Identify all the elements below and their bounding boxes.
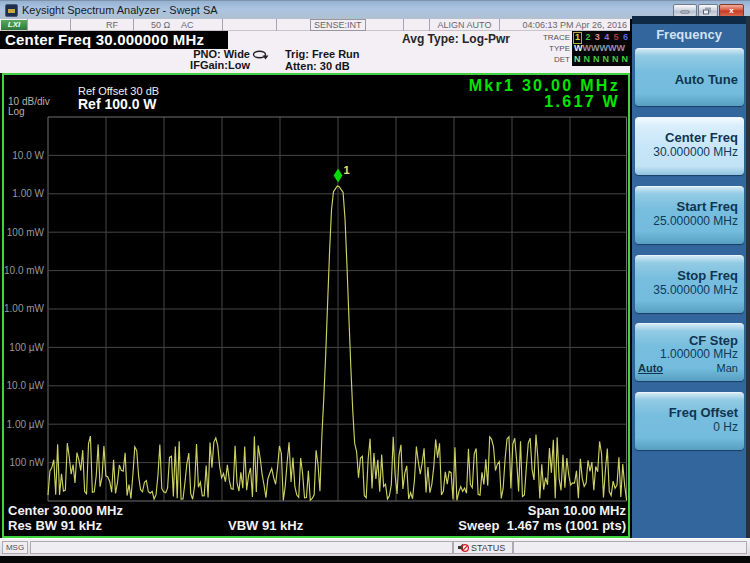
det-row-label: DET [535, 55, 570, 65]
active-function-display: Center Freq 30.000000 MHz [0, 31, 228, 49]
speaker-muted-icon [457, 542, 469, 553]
cf-step-auto[interactable]: Auto [638, 362, 663, 374]
softkey-auto-tune[interactable]: Auto Tune [635, 48, 744, 106]
status-indicator[interactable]: STATUS [453, 541, 513, 554]
y-label-6: 10.0 µW [4, 380, 44, 391]
sidebar-top-strip [632, 16, 746, 24]
message-bar: MSG STATUS [0, 538, 750, 556]
trace-plot: 1 [4, 75, 628, 536]
softkey-freq-offset[interactable]: Freq Offset 0 Hz [635, 392, 744, 450]
footer-span: Span 10.00 MHz [528, 504, 626, 518]
status-strip: LXI RF 50 Ω AC SENSE:INT ALIGN AUTO 04:0… [0, 19, 630, 31]
coupling-indicator: AC [181, 19, 194, 31]
menu-title: Frequency [632, 24, 746, 46]
y-label-1: 1.00 W [4, 188, 44, 199]
bottom-black-strip [0, 556, 750, 563]
annotation-header: Center Freq 30.000000 MHz PNO: Wide IFGa… [0, 31, 630, 73]
y-label-0: 10.0 W [4, 150, 44, 161]
y-label-5: 100 µW [4, 342, 44, 353]
softkey-center-freq[interactable]: Center Freq 30.000000 MHz [635, 117, 744, 175]
footer-sweep: Sweep 1.467 ms (1001 pts) [458, 519, 626, 533]
rf-indicator: RF [71, 19, 134, 31]
type-row-label: TYPE [535, 44, 570, 54]
softkey-start-freq[interactable]: Start Freq 25.000000 MHz [635, 186, 744, 244]
softkey-stop-freq[interactable]: Stop Freq 35.000000 MHz [635, 255, 744, 313]
impedance-indicator: 50 Ω [151, 19, 170, 31]
cf-step-man[interactable]: Man [717, 362, 738, 374]
trace-1 [48, 186, 627, 501]
app-icon [5, 4, 18, 17]
atten-annotation: Atten: 30 dB [285, 60, 360, 72]
softkey-cf-step[interactable]: CF Step 1.000000 MHz Auto Man [635, 323, 744, 381]
y-label-8: 100 nW [4, 457, 44, 468]
y-label-4: 1.00 mW [4, 303, 44, 314]
restore-icon [703, 9, 709, 14]
trace-status-box: 123456 WWWWWW NNNNNN [572, 31, 630, 66]
minimize-icon [681, 10, 690, 13]
trace-types: WWWWWW [574, 43, 628, 54]
status-area-right [513, 541, 747, 554]
softkey-menu: Frequency Auto Tune Center Freq 30.00000… [632, 16, 750, 538]
ifgain-annotation: IFGain:Low [140, 60, 250, 71]
message-area [30, 541, 453, 554]
close-icon: x [729, 7, 733, 15]
marker-1-diamond[interactable] [334, 169, 343, 183]
trace-numbers: 123456 [574, 32, 628, 43]
msg-indicator[interactable]: MSG [2, 541, 28, 554]
ref-level-annotation: Ref 100.0 W [78, 96, 157, 112]
spectrum-display: 1 10 dB/div Log Ref Offset 30 dB Ref 100… [2, 73, 630, 538]
y-label-7: 1.00 µW [4, 419, 44, 430]
pno-loop-icon [252, 50, 269, 60]
datetime-display: 04:06:13 PM Apr 26, 2016 [500, 19, 630, 31]
marker-1-label: 1 [344, 164, 350, 176]
align-indicator: ALIGN AUTO [430, 19, 500, 31]
y-label-3: 10.0 mW [4, 265, 44, 276]
trigger-annotation: Trig: Free Run [285, 48, 360, 60]
footer-rbw: Res BW 91 kHz [8, 519, 102, 533]
trace-row-label: TRACE [535, 33, 570, 43]
y-label-2: 100 mW [4, 227, 44, 238]
scale-type-annotation: Log [8, 106, 25, 117]
trace-detectors: NNNNNN [574, 54, 628, 65]
avg-type-annotation: Avg Type: Log-Pwr [402, 32, 510, 46]
footer-center-freq: Center 30.000 MHz [8, 504, 123, 518]
marker-readout-amp: 1.617 W [544, 93, 620, 111]
footer-vbw: VBW 91 kHz [228, 519, 303, 533]
sense-indicator: SENSE:INT [310, 19, 366, 31]
window-title: Keysight Spectrum Analyzer - Swept SA [22, 4, 218, 16]
